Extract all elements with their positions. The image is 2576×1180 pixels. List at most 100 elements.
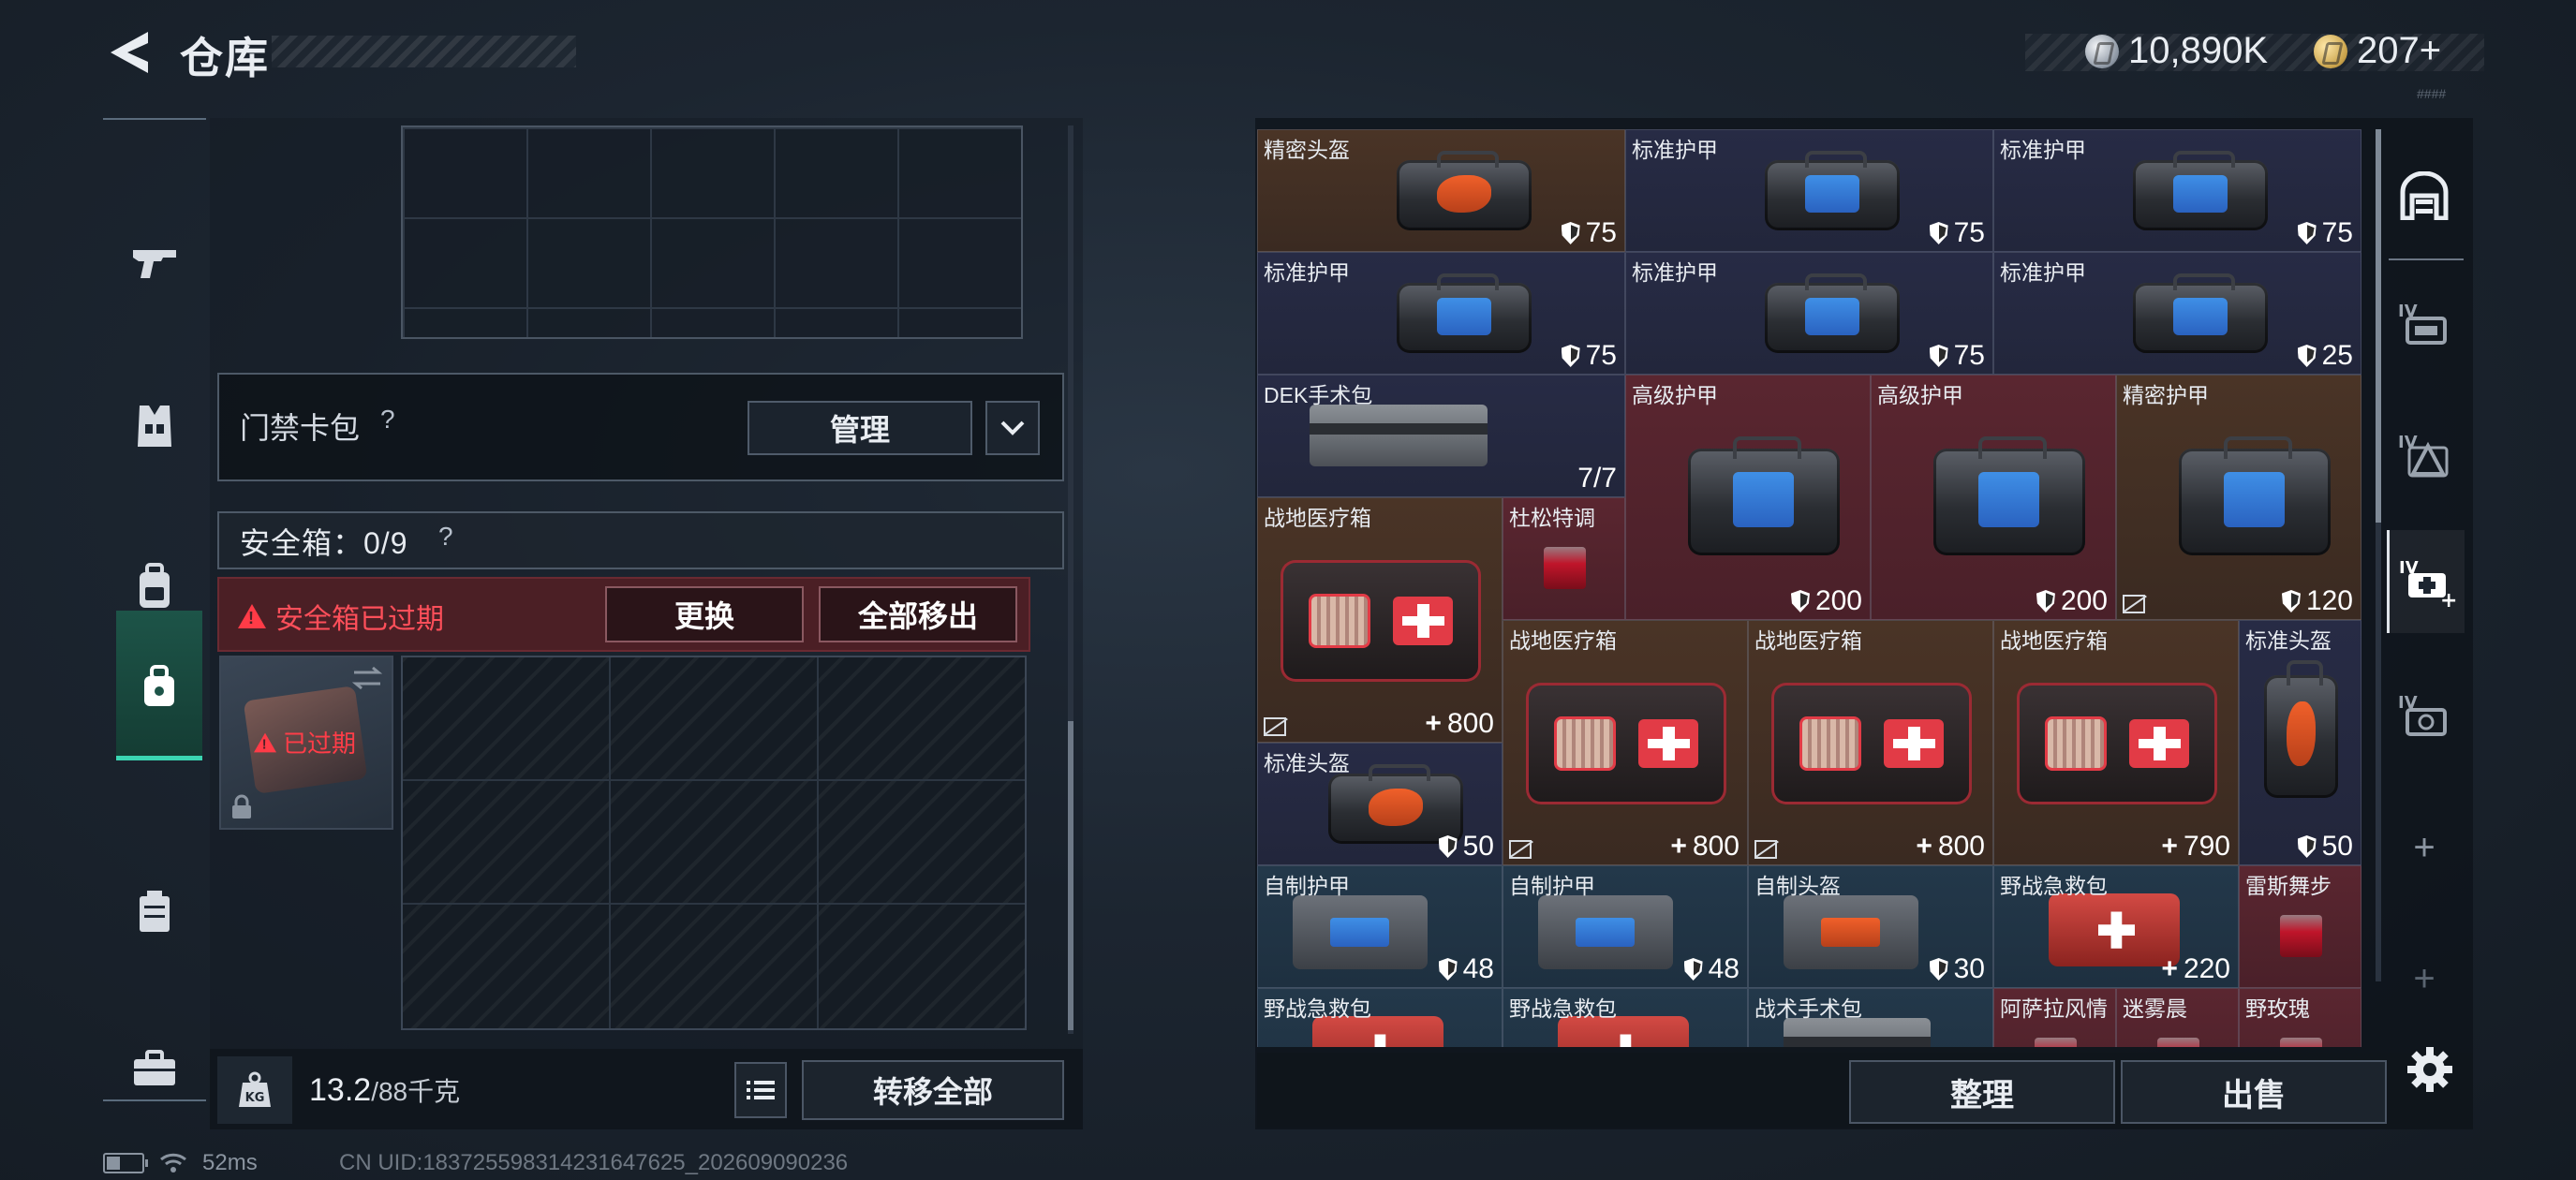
- list-view-button[interactable]: [734, 1062, 787, 1118]
- item-value-text: 25: [2321, 340, 2353, 371]
- side-tab-add-2[interactable]: +: [2387, 927, 2462, 1030]
- left-scrollbar-thumb[interactable]: [1068, 721, 1073, 1030]
- drink-icon: [2035, 1038, 2077, 1047]
- container-grid[interactable]: [401, 125, 1023, 339]
- item-value-text: 7/7: [1577, 463, 1617, 494]
- side-tab-storage-home[interactable]: [2387, 144, 2462, 247]
- storage-item[interactable]: 标准护甲 75: [1993, 129, 2361, 252]
- silver-currency[interactable]: 10,890K: [2085, 30, 2268, 72]
- storage-item[interactable]: 自制护甲 48: [1257, 865, 1503, 988]
- storage-item[interactable]: 野战急救包: [1257, 988, 1503, 1047]
- back-button[interactable]: [103, 24, 155, 81]
- durability-shield-icon: [1929, 222, 1948, 244]
- list-icon: [747, 1081, 775, 1099]
- durability-shield-icon: [1561, 345, 1580, 367]
- replace-button[interactable]: 更换: [605, 586, 804, 642]
- item-name: 野战急救包: [2000, 874, 2108, 898]
- storage-item[interactable]: 杜松特调: [1503, 497, 1625, 620]
- item-value: 75: [1929, 340, 1985, 372]
- storage-item[interactable]: 精密头盔 75: [1257, 129, 1625, 252]
- side-tab-divider: [2389, 258, 2464, 260]
- add-tab-icon: +: [2413, 826, 2435, 868]
- move-all-out-button[interactable]: 全部移出: [819, 586, 1017, 642]
- drink-icon: [2280, 915, 2322, 957]
- storage-item[interactable]: 标准护甲 75: [1625, 252, 1993, 375]
- storage-item[interactable]: 战地医疗箱 +800: [1748, 620, 1993, 865]
- storage-item[interactable]: 标准护甲 75: [1625, 129, 1993, 252]
- item-value-text: 120: [2305, 585, 2353, 616]
- safebox-grid[interactable]: [401, 656, 1027, 1030]
- storage-item[interactable]: 标准头盔 50: [1257, 743, 1503, 865]
- storage-item[interactable]: 战地医疗箱 +790: [1993, 620, 2239, 865]
- item-value-text: 75: [1585, 217, 1617, 248]
- storage-item[interactable]: 阿萨拉风情: [1993, 988, 2116, 1047]
- item-name: DEK手术包: [1264, 383, 1373, 407]
- storage-item[interactable]: 标准护甲 75: [1257, 252, 1625, 375]
- storage-scrollbar-thumb[interactable]: [2376, 129, 2381, 523]
- gold-currency-value: 207+: [2357, 30, 2442, 71]
- side-tab-iv-2[interactable]: IV: [2387, 403, 2462, 506]
- side-tab-iv-3[interactable]: IV: [2387, 663, 2462, 766]
- item-name: 精密护甲: [2123, 383, 2209, 407]
- storage-item[interactable]: 标准护甲 25: [1993, 252, 2361, 375]
- item-value-text: 50: [1462, 831, 1494, 862]
- side-tab-add-1[interactable]: +: [2387, 796, 2462, 899]
- sort-button[interactable]: 整理: [1849, 1060, 2115, 1124]
- storage-item[interactable]: 野战急救包: [1503, 988, 1748, 1047]
- storage-item[interactable]: 自制护甲 48: [1503, 865, 1748, 988]
- nav-rig[interactable]: [103, 850, 206, 972]
- silver-coin-icon: [2085, 34, 2119, 68]
- manage-button[interactable]: 管理: [748, 401, 972, 455]
- storage-item[interactable]: 自制头盔 30: [1748, 865, 1993, 988]
- nav-briefcase[interactable]: [103, 1008, 206, 1129]
- settings-button[interactable]: [2400, 1040, 2460, 1099]
- item-value: 25: [2297, 340, 2353, 372]
- uid-text: CN UID:1837255983142316476​25_2026090902…: [339, 1150, 849, 1175]
- item-value-text: 790: [2183, 831, 2230, 862]
- item-name: 战地医疗箱: [2000, 628, 2108, 653]
- storage-item[interactable]: 战术手术包: [1748, 988, 1993, 1047]
- item-value: 75: [1561, 217, 1617, 249]
- keycard-dropdown-button[interactable]: [985, 401, 1040, 455]
- nav-weapons[interactable]: [103, 202, 206, 324]
- chevron-down-icon: [1000, 420, 1025, 435]
- storage-item[interactable]: 野玫瑰: [2239, 988, 2361, 1047]
- safebox-icon: [144, 665, 174, 706]
- side-tab-iv-1[interactable]: IV: [2387, 272, 2462, 375]
- storage-item[interactable]: 迷雾晨: [2116, 988, 2239, 1047]
- add-tab-icon: +: [2413, 957, 2435, 999]
- item-value: 75: [2297, 217, 2353, 249]
- medkit-icon: [2016, 683, 2218, 804]
- storage-item[interactable]: 战地医疗箱 +800: [1257, 497, 1503, 743]
- nav-vest[interactable]: [103, 365, 206, 487]
- sell-button[interactable]: 出售: [2121, 1060, 2387, 1124]
- nav-safebox[interactable]: [116, 611, 202, 760]
- item-value-text: 48: [1708, 953, 1740, 984]
- item-value-text: 30: [1953, 953, 1985, 984]
- side-tab-iv-add[interactable]: IV +: [2387, 530, 2465, 633]
- safebox-item-expired: 已过期: [251, 725, 356, 760]
- gold-currency[interactable]: 207+: [2314, 30, 2441, 72]
- item-value-text: 48: [1462, 953, 1494, 984]
- storage-item[interactable]: 精密护甲 120: [2116, 375, 2361, 620]
- item-name: 战地医疗箱: [1264, 506, 1371, 530]
- storage-item[interactable]: DEK手术包 7/7: [1257, 375, 1625, 497]
- storage-item[interactable]: 高级护甲 200: [1871, 375, 2116, 620]
- storage-item[interactable]: 高级护甲 200: [1625, 375, 1871, 620]
- item-name: 标准护甲: [1264, 260, 1350, 285]
- durability-shield-icon: [2297, 835, 2317, 858]
- keycard-help-icon[interactable]: ?: [380, 405, 395, 435]
- item-name: 标准护甲: [2000, 260, 2086, 285]
- briefcase-icon: [134, 1050, 175, 1085]
- storage-item[interactable]: 野战急救包 +220: [1993, 865, 2239, 988]
- weight-kg-icon: KG: [239, 1071, 271, 1107]
- transfer-all-button[interactable]: 转移全部: [802, 1060, 1064, 1120]
- heal-plus-icon: +: [1425, 708, 1442, 739]
- armor-bag-icon: [2133, 151, 2269, 231]
- storage-item[interactable]: 雷斯舞步: [2239, 865, 2361, 988]
- warning-icon: [238, 604, 266, 628]
- armor-bag-icon: [2133, 273, 2269, 354]
- storage-item[interactable]: 标准头盔 50: [2239, 620, 2361, 865]
- storage-item[interactable]: 战地医疗箱 +800: [1503, 620, 1748, 865]
- safebox-help-icon[interactable]: ?: [438, 522, 453, 552]
